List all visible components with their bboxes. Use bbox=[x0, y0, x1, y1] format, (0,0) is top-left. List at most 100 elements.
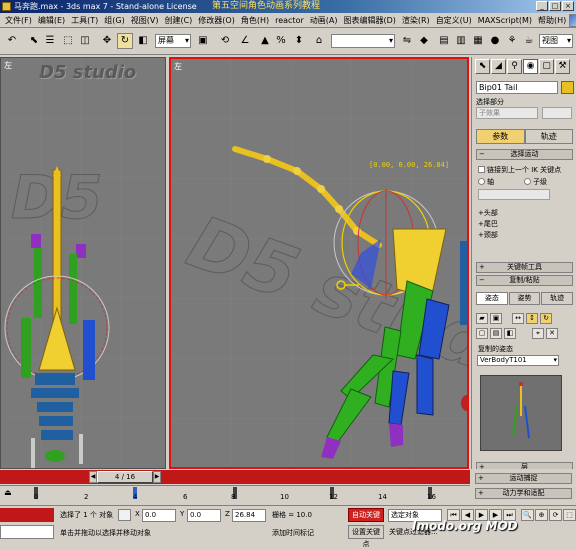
menu-customize[interactable]: 自定义(U) bbox=[433, 15, 475, 26]
menu-help[interactable]: 帮助(H) bbox=[535, 15, 569, 26]
delete-icon[interactable]: ✕ bbox=[546, 328, 558, 339]
mirror-pose-icon[interactable]: ↔ bbox=[512, 313, 524, 324]
tab-pose[interactable]: 姿态 bbox=[476, 292, 508, 305]
render-scene-icon[interactable]: ⚘ bbox=[504, 33, 520, 49]
arc-rotate-icon[interactable]: ⟳ bbox=[549, 509, 562, 521]
mirror-tool-icon[interactable]: ⇋ bbox=[399, 33, 415, 49]
rollout-key-tools[interactable]: 关键帧工具 bbox=[476, 262, 573, 273]
pivot-icon[interactable]: ▣ bbox=[195, 33, 211, 49]
mirror-icon[interactable]: ⟲ bbox=[217, 33, 233, 49]
menu-views[interactable]: 视图(V) bbox=[128, 15, 162, 26]
window-crossing-icon[interactable]: ◫ bbox=[77, 33, 93, 49]
rollout-dynamics[interactable]: 动力学和适配 bbox=[475, 488, 572, 499]
menu-group[interactable]: 组(G) bbox=[101, 15, 127, 26]
rollout-track-selection[interactable]: 选择运动 bbox=[476, 149, 573, 160]
selection-set-field[interactable]: 子效果 bbox=[476, 107, 538, 119]
paste-opposite-icon[interactable]: ◧ bbox=[504, 328, 516, 339]
child-radio[interactable]: 子级 bbox=[524, 177, 547, 187]
copied-posture-select[interactable]: VerBodyT101 bbox=[477, 355, 559, 366]
next-frame-arrow[interactable]: ▶ bbox=[153, 471, 161, 483]
angle-snap-icon[interactable]: ▲ bbox=[257, 33, 273, 49]
maximize-button[interactable]: □ bbox=[549, 1, 561, 11]
max-toggle-icon[interactable]: ⬚ bbox=[563, 509, 576, 521]
tab-posture[interactable]: 姿势 bbox=[508, 292, 541, 305]
menu-rendering[interactable]: 渲染(R) bbox=[399, 15, 433, 26]
align-icon[interactable]: ◆ bbox=[416, 33, 432, 49]
menu-maxscript[interactable]: MAXScript(M) bbox=[475, 16, 535, 25]
layer-manager-icon[interactable]: ▤ bbox=[436, 33, 452, 49]
prev-frame-arrow[interactable]: ◀ bbox=[89, 471, 97, 483]
snap-icon[interactable]: ∠ bbox=[237, 33, 253, 49]
time-slider-track[interactable]: ◀ 4 / 16 ▶ bbox=[0, 470, 470, 484]
y-field[interactable]: 0.0 bbox=[187, 509, 221, 522]
selection-set-dropdown[interactable] bbox=[542, 107, 572, 119]
time-slider[interactable]: 4 / 16 bbox=[97, 471, 153, 483]
display-tab-icon[interactable]: ▢ bbox=[539, 59, 554, 74]
object-color-swatch[interactable] bbox=[561, 81, 574, 94]
schematic-icon[interactable]: ▦ bbox=[470, 33, 486, 49]
menu-modifiers[interactable]: 修改器(O) bbox=[195, 15, 238, 26]
modify-tab-icon[interactable]: ◢ bbox=[491, 59, 506, 74]
link-ik-option[interactable]: 链接到上一个 IK 关键点 bbox=[478, 165, 561, 175]
menu-graph-editors[interactable]: 图表编辑器(D) bbox=[340, 15, 398, 26]
create-tab-icon[interactable]: ⬉ bbox=[475, 59, 490, 74]
menu-animation[interactable]: 动画(A) bbox=[307, 15, 341, 26]
z-field[interactable]: 26.84 bbox=[232, 509, 266, 522]
axis-radio-button[interactable] bbox=[478, 178, 485, 185]
select-by-name-icon[interactable]: ☰ bbox=[42, 33, 58, 49]
paste-pose-icon[interactable]: ▤ bbox=[490, 328, 502, 339]
viewport-active[interactable]: 左 D5 studio bbox=[169, 57, 469, 469]
track-bar[interactable]: ⏏ 0 2 4 6 8 10 12 14 16 bbox=[0, 485, 470, 505]
key-item-tail[interactable]: +尾巴 bbox=[478, 219, 498, 229]
percent-snap-icon[interactable]: % bbox=[273, 33, 289, 49]
named-selection-set[interactable] bbox=[331, 34, 395, 48]
named-sets-icon[interactable]: ⌂ bbox=[311, 33, 327, 49]
menu-tools[interactable]: 工具(T) bbox=[68, 15, 101, 26]
menu-edit[interactable]: 编辑(E) bbox=[35, 15, 68, 26]
menu-create[interactable]: 创建(C) bbox=[161, 15, 195, 26]
rotate-icon[interactable]: ↻ bbox=[117, 33, 133, 49]
move-icon[interactable]: ✥ bbox=[99, 33, 115, 49]
ref-coord-select[interactable]: 屏幕 bbox=[155, 34, 191, 48]
close-button[interactable]: × bbox=[562, 1, 574, 11]
link-ik-checkbox[interactable] bbox=[478, 166, 485, 173]
viewport-left[interactable]: 左 D5 studio D5 bbox=[0, 57, 166, 469]
x-field[interactable]: 0.0 bbox=[142, 509, 176, 522]
track-field[interactable] bbox=[478, 189, 550, 200]
utilities-tab-icon[interactable]: ⚒ bbox=[555, 59, 570, 74]
paste-rotate-icon[interactable]: ↻ bbox=[540, 313, 552, 324]
add-time-tag[interactable]: 添加时间标记 bbox=[272, 528, 314, 538]
open-folder-icon[interactable]: ▰ bbox=[476, 313, 488, 324]
set-key-button[interactable]: 设置关键点 bbox=[348, 525, 384, 548]
undo-icon[interactable]: ↶ bbox=[4, 33, 20, 49]
minimize-button[interactable]: _ bbox=[536, 1, 548, 11]
zoom-icon[interactable]: 🔍 bbox=[521, 509, 534, 521]
hierarchy-tab-icon[interactable]: ⚲ bbox=[507, 59, 522, 74]
capture-icon[interactable]: ⌖ bbox=[532, 328, 544, 339]
menu-character[interactable]: 角色(H) bbox=[238, 15, 272, 26]
rollout-motion-capture[interactable]: 运动捕捉 bbox=[475, 473, 572, 484]
copy-pose-icon[interactable]: ▢ bbox=[476, 328, 488, 339]
axis-radio[interactable]: 轴 bbox=[478, 177, 494, 187]
tab-parameters[interactable]: 参数 bbox=[476, 129, 525, 144]
lock-selection-icon[interactable] bbox=[118, 509, 131, 521]
rollout-layers[interactable]: 层 bbox=[476, 462, 573, 469]
key-item-head[interactable]: +头部 bbox=[478, 208, 498, 218]
motion-tab-icon[interactable]: ◉ bbox=[523, 59, 538, 74]
tab-trajectories[interactable]: 轨迹 bbox=[524, 129, 573, 144]
object-name-field[interactable]: Bip01 Tail bbox=[476, 81, 558, 94]
zoom-all-icon[interactable]: ⊕ bbox=[535, 509, 548, 521]
material-editor-icon[interactable]: ● bbox=[487, 33, 503, 49]
quick-render-icon[interactable]: ☕ bbox=[521, 33, 537, 49]
menu-reactor[interactable]: reactor bbox=[272, 16, 307, 25]
maxscript-input[interactable] bbox=[0, 525, 54, 539]
rollout-copy-paste[interactable]: 复制/粘贴 bbox=[476, 275, 573, 286]
rect-selection-icon[interactable]: ⬚ bbox=[60, 33, 76, 49]
curve-editor-icon[interactable]: ▥ bbox=[453, 33, 469, 49]
key-item-neck[interactable]: +颈部 bbox=[478, 230, 498, 240]
maxscript-listener[interactable] bbox=[0, 508, 54, 522]
auto-key-button[interactable]: 自动关键点 bbox=[348, 508, 384, 531]
select-icon[interactable]: ⬉ bbox=[26, 33, 42, 49]
render-view-select[interactable]: 视图 bbox=[539, 34, 573, 48]
save-icon[interactable]: ▣ bbox=[490, 313, 502, 324]
